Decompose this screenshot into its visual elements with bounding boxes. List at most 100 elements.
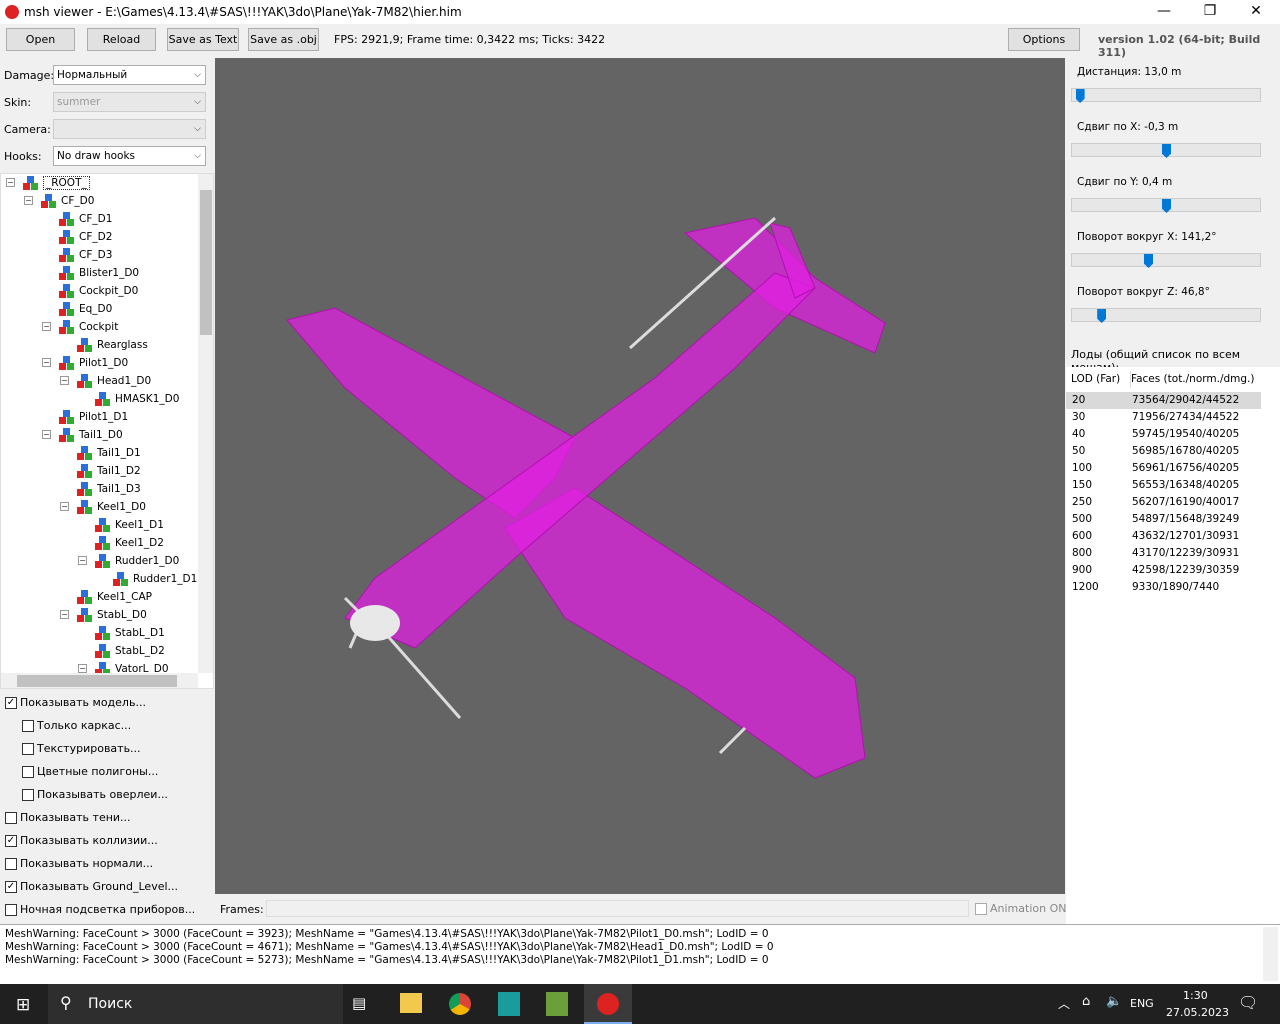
slider[interactable] [1071,88,1261,103]
tree-node[interactable]: Rearglass [77,336,148,354]
notifications-icon[interactable]: 🗨 [1238,993,1258,1012]
table-row[interactable]: 50 56985/16780/40205 [1066,443,1261,460]
tree-node[interactable]: Keel1_CAP [77,588,152,606]
clock-date[interactable]: 27.05.2023 [1166,1006,1229,1019]
tree-node[interactable]: − Head1_D0 [60,372,151,390]
option-checkbox[interactable]: Показывать нормали... [5,856,153,874]
animation-checkbox[interactable]: Animation ON [975,901,1066,919]
collapse-toggle[interactable]: − [60,502,69,511]
tree-node[interactable]: CF_D3 [59,246,112,264]
collapse-toggle[interactable]: − [42,322,51,331]
collapse-toggle[interactable]: − [78,556,87,565]
mesh-tree[interactable]: − _ROOT_ − CF_D0 CF_D1 CF_D2 CF_D3 Blister1_D0 C… [0,173,214,689]
tree-node[interactable]: − _ROOT_ [6,174,90,192]
tree-node[interactable]: CF_D2 [59,228,112,246]
table-row[interactable]: 100 56961/16756/40205 [1066,460,1261,477]
tree-node[interactable]: − Tail1_D0 [42,426,123,444]
file-explorer-icon[interactable] [400,993,422,1013]
scroll-thumb[interactable] [200,190,212,335]
3dsmax-icon[interactable] [498,992,520,1016]
tree-node[interactable]: Pilot1_D1 [59,408,128,426]
tree-node[interactable]: Rudder1_D1 [113,570,197,588]
damage-select[interactable]: Нормальный ⌵ [53,65,206,85]
clock-time[interactable]: 1:30 [1183,989,1208,1002]
slider-thumb[interactable] [1162,144,1171,158]
tree-node[interactable]: Eq_D0 [59,300,112,318]
table-row[interactable]: 30 71956/27434/44522 [1066,409,1261,426]
tree-node[interactable]: − Rudder1_D0 [78,552,179,570]
tree-node[interactable]: Tail1_D3 [77,480,141,498]
slider[interactable] [1071,198,1261,213]
camera-select[interactable]: ⌵ [53,119,206,139]
option-checkbox[interactable]: ✓ Показывать коллизии... [5,833,158,851]
lods-table[interactable]: LOD (Far) Faces (tot./norm./dmg.) 20 7356… [1066,367,1280,924]
tree-node[interactable]: Cockpit_D0 [59,282,138,300]
tree-node[interactable]: Keel1_D2 [95,534,164,552]
option-checkbox[interactable]: ✓ Показывать модель... [5,695,146,713]
tree-node[interactable]: HMASK1_D0 [95,390,179,408]
table-row[interactable]: 900 42598/12239/30359 [1066,562,1261,579]
col-faces-header[interactable]: Faces (tot./norm./dmg.) [1130,371,1255,388]
maximize-button[interactable]: ❐ [1187,0,1233,24]
volume-icon[interactable]: 🔈 [1106,994,1122,1009]
tree-node[interactable]: StabL_D2 [95,642,165,660]
language-indicator[interactable]: ENG [1130,997,1154,1010]
slider-thumb[interactable] [1097,309,1107,323]
tree-node[interactable]: Tail1_D1 [77,444,141,462]
option-checkbox[interactable]: Текстурировать... [22,741,141,759]
option-checkbox[interactable]: ✓ Показывать Ground_Level... [5,879,178,897]
tree-node[interactable]: Keel1_D1 [95,516,164,534]
option-checkbox[interactable]: Показывать тени... [5,810,131,828]
skin-select[interactable]: summer ⌵ [53,92,206,112]
network-icon[interactable]: ⌂ [1082,994,1090,1009]
option-checkbox[interactable]: Показывать оверлеи... [22,787,168,805]
option-checkbox[interactable]: Только каркас... [22,718,131,736]
reload-button[interactable]: Reload [87,28,156,51]
notepad-icon[interactable] [546,992,568,1016]
tree-vscrollbar[interactable] [198,174,213,673]
table-row[interactable]: 20 73564/29042/44522 [1066,392,1261,409]
close-button[interactable]: ✕ [1233,0,1279,24]
tree-node[interactable]: − Keel1_D0 [60,498,146,516]
windows-start-icon[interactable]: ⊞ [16,995,30,1015]
minimize-button[interactable]: — [1141,0,1187,24]
log-scrollbar[interactable] [1263,927,1278,981]
tree-node[interactable]: − CF_D0 [24,192,94,210]
chrome-icon[interactable] [449,993,471,1015]
table-row[interactable]: 40 59745/19540/40205 [1066,426,1261,443]
scroll-thumb[interactable] [17,675,177,687]
option-checkbox[interactable]: Цветные полигоны... [22,764,158,782]
slider[interactable] [1071,143,1261,158]
collapse-toggle[interactable]: − [24,196,33,205]
collapse-toggle[interactable]: − [78,664,87,673]
table-row[interactable]: 1200 9330/1890/7440 [1066,579,1261,596]
tree-node[interactable]: Tail1_D2 [77,462,141,480]
hooks-select[interactable]: No draw hooks ⌵ [53,146,206,166]
collapse-toggle[interactable]: − [60,610,69,619]
tree-node[interactable]: − Pilot1_D0 [42,354,128,372]
tree-hscrollbar[interactable] [1,673,198,688]
slider[interactable] [1071,253,1261,268]
collapse-toggle[interactable]: − [42,358,51,367]
table-row[interactable]: 800 43170/12239/30931 [1066,545,1261,562]
taskbar-search[interactable]: ⚲ Поиск [48,984,343,1024]
collapse-toggle[interactable]: − [42,430,51,439]
col-lod-header[interactable]: LOD (Far) [1071,371,1120,388]
options-button[interactable]: Options [1008,28,1080,51]
log-panel[interactable]: MeshWarning: FaceCount > 3000 (FaceCount… [0,924,1280,984]
msh-viewer-task[interactable] [584,984,632,1024]
save-as-text-button[interactable]: Save as Text [167,28,239,51]
table-row[interactable]: 250 56207/16190/40017 [1066,494,1261,511]
frames-slider[interactable] [266,900,969,917]
table-row[interactable]: 150 56553/16348/40205 [1066,477,1261,494]
slider-thumb[interactable] [1144,254,1153,268]
slider-thumb[interactable] [1075,89,1085,103]
tree-node[interactable]: CF_D1 [59,210,112,228]
slider[interactable] [1071,308,1261,323]
open-button[interactable]: Open [6,28,75,51]
save-as-obj-button[interactable]: Save as .obj [248,28,319,51]
task-view-icon[interactable]: ▤ [352,994,366,1012]
option-checkbox[interactable]: Ночная подсветка приборов... [5,902,195,920]
collapse-toggle[interactable]: − [6,178,15,187]
table-row[interactable]: 600 43632/12701/30931 [1066,528,1261,545]
